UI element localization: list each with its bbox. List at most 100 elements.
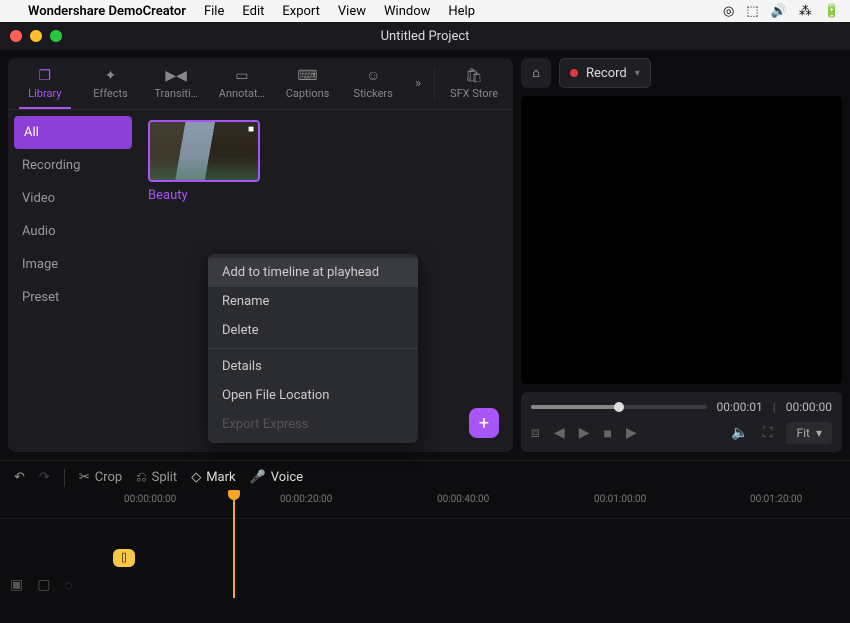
annotations-icon: ▭ <box>235 68 248 84</box>
scrubber-knob[interactable] <box>614 402 624 412</box>
video-badge-icon: ■ <box>248 124 254 135</box>
app-name[interactable]: Wondershare DemoCreator <box>28 4 186 19</box>
tab-label: Captions <box>286 87 330 100</box>
tab-label: Stickers <box>354 87 393 100</box>
volume-icon[interactable]: 🔊 <box>771 4 787 19</box>
mark-icon: ◇ <box>191 470 201 485</box>
track-visibility-icon[interactable]: ▢ <box>37 577 50 594</box>
sidebar-item-preset[interactable]: Preset <box>8 281 138 314</box>
track-lock-icon[interactable]: ▣ <box>10 577 23 594</box>
zoom-fit-select[interactable]: Fit ▾ <box>786 422 832 444</box>
traffic-lights <box>10 30 62 42</box>
store-icon: 🛍 <box>465 68 483 84</box>
fullscreen-button[interactable]: ⛶ <box>763 425 773 441</box>
macos-menubar: Wondershare DemoCreator File Edit Export… <box>0 0 850 22</box>
crop-button[interactable]: ✂Crop <box>79 470 122 485</box>
tab-sfx-store[interactable]: 🛍 SFX Store <box>439 58 509 109</box>
mark-button[interactable]: ◇Mark <box>191 470 235 485</box>
timeline-marker[interactable]: [] <box>113 549 135 567</box>
next-icon: ▶ <box>626 425 637 441</box>
ruler-tick: 00:00:00:00 <box>124 494 176 505</box>
undo-button[interactable]: ↶ <box>14 470 25 485</box>
transitions-icon: ▶◀ <box>165 68 187 84</box>
media-thumbnail[interactable]: ■ <box>148 120 260 182</box>
tab-effects[interactable]: ✦ Effects <box>78 58 144 109</box>
mute-button[interactable]: 🔈 <box>731 425 748 441</box>
menu-window[interactable]: Window <box>384 4 430 19</box>
tab-stickers[interactable]: ☺ Stickers <box>340 58 406 109</box>
mic-icon: 🎤 <box>250 470 266 485</box>
menu-export[interactable]: Export <box>282 4 320 19</box>
battery-icon[interactable]: 🔋 <box>824 4 840 19</box>
tab-library[interactable]: ❒ Library <box>12 58 78 109</box>
split-icon: ⎌ <box>136 470 146 485</box>
split-button[interactable]: ⎌Split <box>136 470 177 485</box>
window-titlebar: Untitled Project <box>0 22 850 50</box>
prev-frame-button[interactable]: ◀ <box>554 425 565 441</box>
speaker-icon: 🔈 <box>731 425 748 441</box>
ctx-delete[interactable]: Delete <box>208 316 418 345</box>
timeline-tracks[interactable]: [] ▣ ▢ ◌ <box>0 518 850 598</box>
playhead[interactable] <box>233 494 235 598</box>
preview-canvas[interactable] <box>521 96 842 384</box>
sidebar-item-audio[interactable]: Audio <box>8 215 138 248</box>
redo-button[interactable]: ↷ <box>39 470 50 485</box>
ruler-tick: 00:01:20:00 <box>750 494 802 505</box>
next-frame-button[interactable]: ▶ <box>626 425 637 441</box>
ctx-details[interactable]: Details <box>208 352 418 381</box>
fullscreen-window[interactable] <box>50 30 62 42</box>
tray-icon[interactable]: ⬚ <box>746 4 758 19</box>
close-window[interactable] <box>10 30 22 42</box>
preview-scrubber[interactable] <box>531 405 707 409</box>
stop-icon: ■ <box>603 426 611 442</box>
snapshot-button[interactable]: ⧈ <box>531 425 540 441</box>
media-clip-name: Beauty <box>148 188 503 203</box>
home-icon: ⌂ <box>532 65 540 81</box>
minimize-window[interactable] <box>30 30 42 42</box>
voice-button[interactable]: 🎤Voice <box>250 470 303 485</box>
time-total: 00:00:00 <box>786 400 832 414</box>
tab-label: Transiti… <box>154 87 198 100</box>
play-icon: ▶ <box>579 425 590 441</box>
time-current: 00:00:01 <box>717 400 763 414</box>
timeline-ruler[interactable]: 00:00:00:00 00:00:20:00 00:00:40:00 00:0… <box>110 494 850 518</box>
stickers-icon: ☺ <box>366 67 380 84</box>
tab-label: Effects <box>93 87 128 100</box>
stop-button[interactable]: ■ <box>603 425 611 442</box>
menu-file[interactable]: File <box>204 4 224 19</box>
preview-panel: ⌂ Record ▾ 00:00:01 | 00:00:00 <box>521 58 842 452</box>
bluetooth-icon[interactable]: ⁂ <box>799 4 812 19</box>
ctx-open-file-location[interactable]: Open File Location <box>208 381 418 410</box>
library-sidebar: All Recording Video Audio Image Preset <box>8 110 138 452</box>
ruler-tick: 00:01:00:00 <box>594 494 646 505</box>
tab-captions[interactable]: ⌨ Captions <box>275 58 341 109</box>
record-button[interactable]: Record ▾ <box>559 58 651 88</box>
tab-annotations[interactable]: ▭ Annotat… <box>209 58 275 109</box>
record-label: Record <box>586 66 627 81</box>
ctx-export-express: Export Express <box>208 410 418 439</box>
redo-icon: ↷ <box>39 470 50 485</box>
expand-icon: ⛶ <box>763 425 773 441</box>
sidebar-item-video[interactable]: Video <box>8 182 138 215</box>
tab-transitions[interactable]: ▶◀ Transiti… <box>143 58 209 109</box>
undo-icon: ↶ <box>14 470 25 485</box>
sidebar-item-image[interactable]: Image <box>8 248 138 281</box>
context-menu: Add to timeline at playhead Rename Delet… <box>208 254 418 443</box>
sidebar-item-all[interactable]: All <box>14 116 132 149</box>
tray-icon[interactable]: ◎ <box>723 4 734 19</box>
play-button[interactable]: ▶ <box>579 425 590 441</box>
ctx-separator <box>208 348 418 349</box>
media-panel: ❒ Library ✦ Effects ▶◀ Transiti… ▭ Annot… <box>8 58 513 452</box>
menu-edit[interactable]: Edit <box>242 4 264 19</box>
home-button[interactable]: ⌂ <box>521 58 551 88</box>
menu-view[interactable]: View <box>338 4 366 19</box>
ruler-tick: 00:00:20:00 <box>280 494 332 505</box>
media-clip[interactable]: ■ Beauty <box>148 120 503 203</box>
track-audio-icon[interactable]: ◌ <box>64 577 72 594</box>
add-media-button[interactable]: + <box>469 408 499 438</box>
ctx-rename[interactable]: Rename <box>208 287 418 316</box>
ctx-add-to-timeline[interactable]: Add to timeline at playhead <box>208 258 418 287</box>
more-tabs[interactable]: » <box>406 76 430 91</box>
menu-help[interactable]: Help <box>448 4 475 19</box>
sidebar-item-recording[interactable]: Recording <box>8 149 138 182</box>
